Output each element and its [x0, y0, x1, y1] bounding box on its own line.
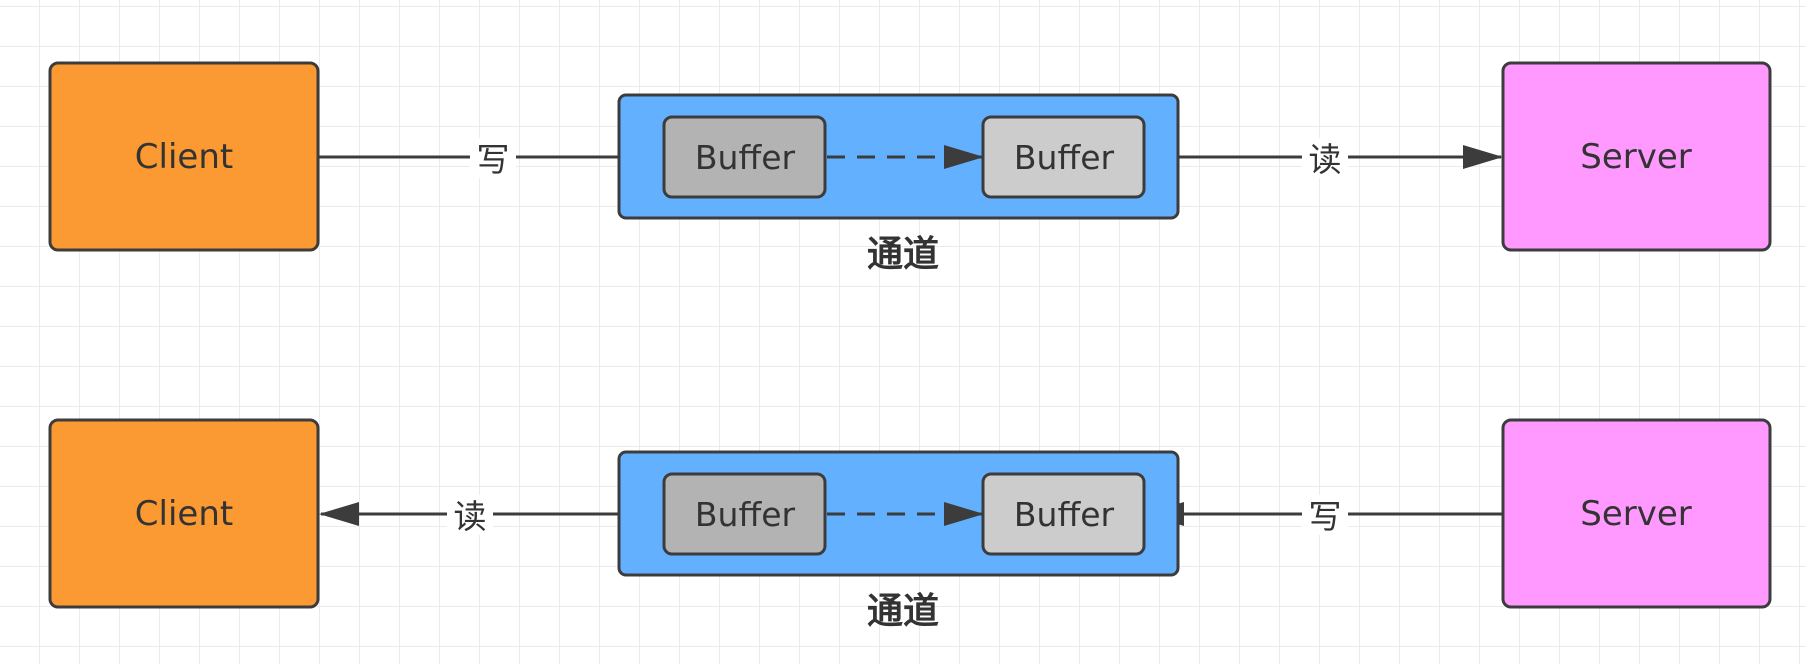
channel-label: 通道 — [867, 234, 939, 275]
channel-buffer-diagram: 写 读 Client Buffer Buffer 通道 Server 读 写 C… — [48, 61, 1772, 632]
channel-node[interactable]: Buffer Buffer — [617, 450, 1180, 577]
edge-label-write: 写 — [477, 140, 510, 179]
client-label: Client — [135, 494, 233, 534]
server-label: Server — [1580, 137, 1692, 177]
buffer-left-label: Buffer — [695, 495, 796, 534]
row-bottom: 读 写 Client Buffer Buffer 通道 Server — [48, 418, 1772, 632]
channel-label: 通道 — [867, 591, 939, 632]
client-label: Client — [135, 137, 233, 177]
buffer-left[interactable]: Buffer — [662, 115, 827, 199]
buffer-right-label: Buffer — [1014, 495, 1115, 534]
server-node[interactable]: Server — [1501, 61, 1772, 252]
row-top: 写 读 Client Buffer Buffer 通道 Server — [48, 61, 1772, 275]
buffer-left-label: Buffer — [695, 138, 796, 177]
edge-label-write: 写 — [1309, 497, 1342, 536]
buffer-left[interactable]: Buffer — [662, 472, 827, 556]
client-node[interactable]: Client — [48, 61, 320, 252]
edge-label-read: 读 — [1309, 140, 1342, 179]
edge-label-read: 读 — [454, 497, 487, 536]
server-node[interactable]: Server — [1501, 418, 1772, 609]
server-label: Server — [1580, 494, 1692, 534]
buffer-right[interactable]: Buffer — [981, 472, 1146, 556]
buffer-right[interactable]: Buffer — [981, 115, 1146, 199]
client-node[interactable]: Client — [48, 418, 320, 609]
buffer-right-label: Buffer — [1014, 138, 1115, 177]
channel-node[interactable]: Buffer Buffer — [617, 93, 1180, 220]
